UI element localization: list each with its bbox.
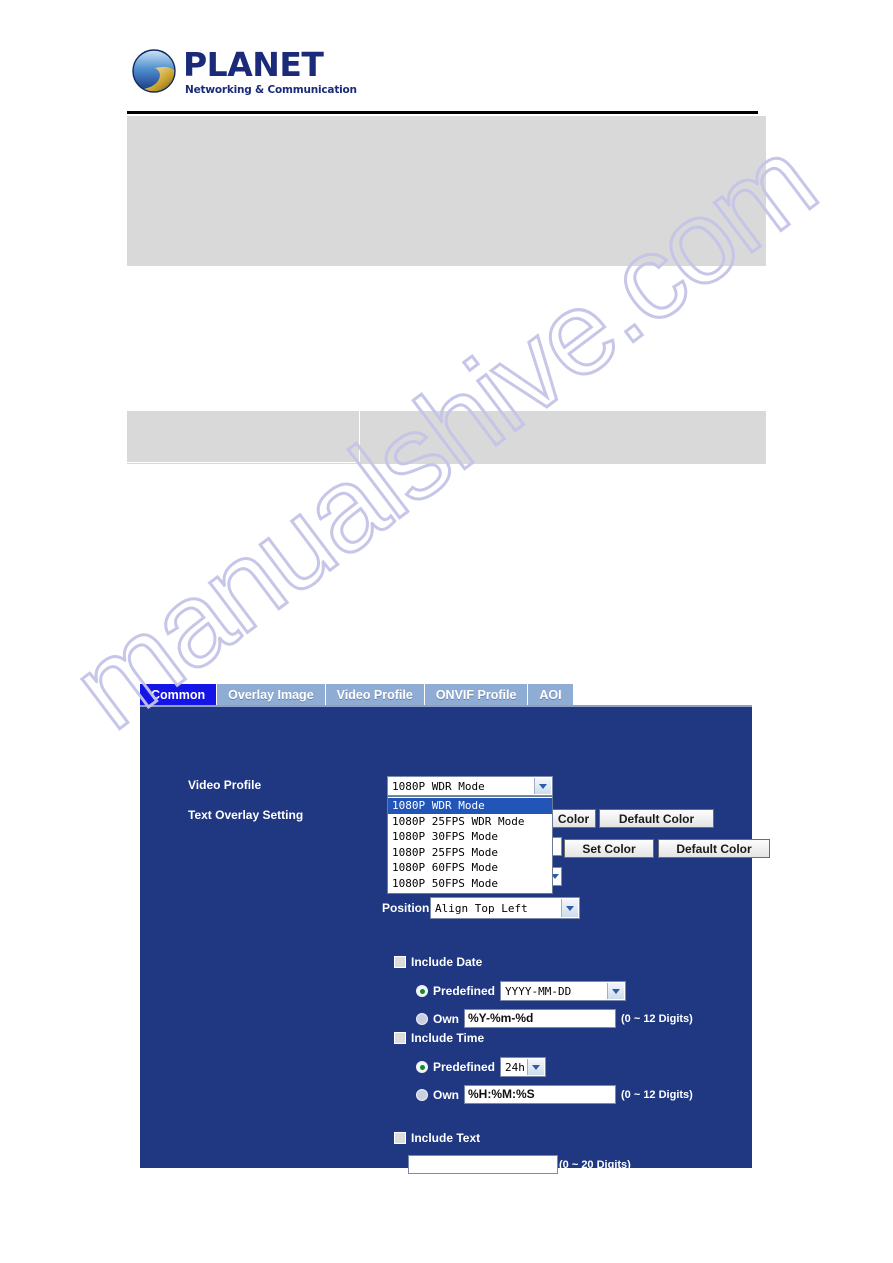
brand-wordmark: PLANET — [183, 45, 324, 84]
date-format-value: YYYY-MM-DD — [505, 984, 572, 998]
content-block-table-cell — [127, 411, 360, 463]
camera-web-ui: Common Overlay Image Video Profile ONVIF… — [140, 684, 770, 1174]
date-own-hint: (0 ~ 12 Digits) — [621, 1012, 693, 1025]
date-own-radio[interactable] — [416, 1012, 428, 1025]
date-predefined-label: Predefined — [433, 984, 496, 998]
chevron-down-icon[interactable] — [607, 983, 625, 999]
brand-tagline: Networking & Communication — [185, 84, 357, 96]
tab-video-profile[interactable]: Video Profile — [325, 684, 425, 705]
date-own-input[interactable]: %Y-%m-%d — [464, 1009, 616, 1028]
content-block-table — [127, 411, 766, 464]
time-predefined-row[interactable]: Predefined 24h — [416, 1057, 547, 1077]
time-format-value: 24h — [505, 1060, 525, 1074]
include-time-label: Include Time — [411, 1031, 485, 1045]
content-block-note — [127, 116, 766, 266]
tab-overlay-image[interactable]: Overlay Image — [217, 684, 326, 705]
chevron-down-icon[interactable] — [527, 1059, 545, 1075]
brand-logo: PLANET Networking & Communication — [131, 46, 431, 106]
date-predefined-row[interactable]: Predefined YYYY-MM-DD — [416, 981, 627, 1001]
default-color-button-row1[interactable]: Default Color — [599, 809, 714, 828]
time-format-select[interactable]: 24h — [500, 1057, 547, 1077]
tab-aoi[interactable]: AOI — [528, 684, 574, 705]
label-video-profile: Video Profile — [188, 778, 262, 792]
include-text-label: Include Text — [411, 1131, 481, 1145]
video-profile-option[interactable]: 1080P 50FPS Mode — [388, 876, 552, 892]
video-profile-option[interactable]: 1080P 60FPS Mode — [388, 860, 552, 876]
date-format-select[interactable]: YYYY-MM-DD — [500, 981, 627, 1001]
video-profile-select[interactable]: 1080P WDR Mode — [387, 776, 553, 796]
date-own-label: Own — [433, 1011, 459, 1026]
time-own-label: Own — [433, 1087, 459, 1102]
chevron-down-icon[interactable] — [561, 899, 578, 917]
include-time-checkbox-row[interactable]: Include Time — [394, 1031, 484, 1045]
include-text-checkbox-row[interactable]: Include Text — [394, 1131, 480, 1145]
default-color-button-row2[interactable]: Default Color — [658, 839, 770, 858]
time-predefined-label: Predefined — [433, 1060, 496, 1074]
video-profile-option[interactable]: 1080P 25FPS WDR Mode — [388, 814, 552, 830]
set-color-button-row2[interactable]: Set Color — [564, 839, 654, 858]
time-own-radio[interactable] — [416, 1088, 428, 1101]
position-selected-value: Align Top Left — [435, 901, 528, 915]
video-profile-option[interactable]: 1080P 30FPS Mode — [388, 829, 552, 845]
header-divider — [127, 111, 758, 114]
include-time-checkbox[interactable] — [394, 1032, 406, 1044]
date-predefined-radio[interactable] — [416, 985, 428, 997]
overlay-text-input[interactable] — [408, 1155, 558, 1174]
include-date-checkbox[interactable] — [394, 956, 406, 968]
tab-bar: Common Overlay Image Video Profile ONVIF… — [140, 684, 574, 705]
time-own-input[interactable]: %H:%M:%S — [464, 1085, 616, 1104]
date-own-row[interactable]: Own %Y-%m-%d (0 ~ 12 Digits) — [416, 1009, 693, 1028]
settings-panel: Video Profile Text Overlay Setting Color… — [140, 705, 770, 1174]
time-predefined-radio[interactable] — [416, 1061, 428, 1073]
include-text-hint: (0 ~ 20 Digits) — [559, 1158, 631, 1171]
label-position: Position — [382, 901, 430, 915]
video-profile-selected-value: 1080P WDR Mode — [392, 779, 485, 793]
include-date-checkbox-row[interactable]: Include Date — [394, 955, 482, 969]
video-profile-option[interactable]: 1080P 25FPS Mode — [388, 845, 552, 861]
include-text-checkbox[interactable] — [394, 1132, 406, 1144]
tab-onvif-profile[interactable]: ONVIF Profile — [424, 684, 529, 705]
tab-common[interactable]: Common — [140, 684, 218, 705]
video-profile-option[interactable]: 1080P WDR Mode — [388, 798, 552, 814]
chevron-down-icon[interactable] — [534, 778, 551, 794]
label-text-overlay-setting: Text Overlay Setting — [188, 808, 304, 822]
planet-globe-logo-icon — [132, 49, 176, 93]
include-text-input-row[interactable]: (0 ~ 20 Digits) — [408, 1155, 631, 1174]
video-profile-option-list[interactable]: 1080P WDR Mode 1080P 25FPS WDR Mode 1080… — [387, 796, 553, 894]
position-select[interactable]: Align Top Left — [430, 897, 580, 919]
time-own-row[interactable]: Own %H:%M:%S (0 ~ 12 Digits) — [416, 1085, 693, 1104]
include-date-label: Include Date — [411, 955, 483, 969]
time-own-hint: (0 ~ 12 Digits) — [621, 1088, 693, 1101]
color-button-row1[interactable]: Color — [551, 809, 596, 828]
